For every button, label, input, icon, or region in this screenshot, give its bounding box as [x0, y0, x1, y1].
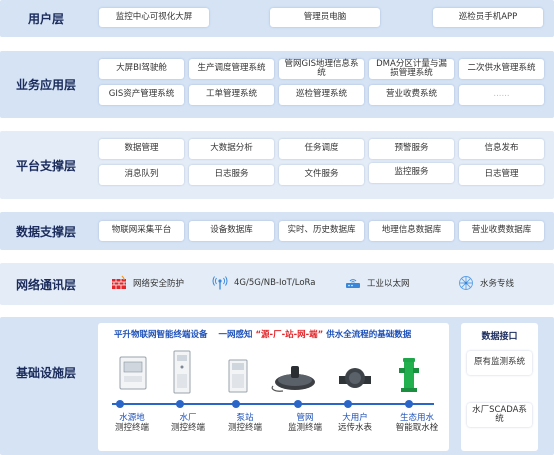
network-star-icon [458, 275, 474, 291]
data-interface-title: 数据接口 [481, 332, 518, 342]
timeline-dot [344, 400, 352, 408]
business-item: 管网GIS地理信息系统 [279, 59, 364, 79]
platform-layer: 平台支撑层 数据管理 大数据分析 任务调度 预警服务 信息发布 消息队列 日志服… [0, 131, 554, 199]
network-item: 工业以太网 [345, 275, 410, 291]
layer-title: 平台支撑层 [15, 158, 76, 173]
business-item: 工单管理系统 [189, 85, 274, 105]
network-layer: 网络通讯层 网络安全防护 4G/5G/NB-IoT/LoRa 工业以太网 水务专… [0, 263, 554, 305]
business-item-more: ...... [459, 85, 544, 105]
user-item: 监控中心可视化大屏 [99, 8, 209, 27]
data-item: 地理信息数据库 [369, 221, 454, 241]
platform-item: 预警服务 [369, 139, 454, 159]
network-item-label: 4G/5G/NB-IoT/LoRa [234, 278, 316, 288]
platform-item: 大数据分析 [189, 139, 274, 159]
data-item: 物联网采集平台 [99, 221, 184, 241]
timeline-dot [405, 400, 413, 408]
rtu-cabinet-icon [119, 356, 147, 394]
platform-item: 信息发布 [459, 139, 544, 159]
platform-item: 日志服务 [189, 165, 274, 185]
business-item: 生产调度管理系统 [189, 59, 274, 79]
water-meter-icon [339, 364, 371, 396]
network-item: 4G/5G/NB-IoT/LoRa [212, 275, 315, 291]
user-layer: 用户层 监控中心可视化大屏 管理员电脑 巡检员手机APP [0, 0, 554, 37]
data-interface-panel: 数据接口 原有监测系统 水厂SCADA系统 [461, 323, 538, 451]
firewall-icon [111, 275, 127, 291]
manhole-monitor-icon [269, 364, 321, 398]
device-label: 生态用水 智能取水栓 [395, 413, 439, 434]
business-item: DMA分区计量与漏损管理系统 [369, 59, 454, 79]
pump-cabinet-icon [228, 359, 248, 397]
platform-item: 监控服务 [369, 163, 454, 183]
infra-headline: 平升物联网智能终端设备 一网感知 “源-厂-站-网-端” 供水全流程的基础数据 [114, 330, 412, 340]
router-icon [345, 275, 361, 291]
layer-title: 数据支撑层 [15, 224, 76, 239]
interface-item: 水厂SCADA系统 [467, 403, 532, 427]
layer-title: 基础设施层 [15, 365, 76, 380]
device-label: 大用户 远传水表 [337, 413, 372, 434]
platform-item: 消息队列 [99, 165, 184, 185]
network-item: 水务专线 [458, 275, 514, 291]
layer-title: 用户层 [27, 12, 64, 26]
timeline-dot [232, 400, 240, 408]
control-cabinet-icon [173, 350, 191, 398]
platform-item: 日志管理 [459, 165, 544, 185]
data-layer: 数据支撑层 物联网采集平台 设备数据库 实时、历史数据库 地理信息数据库 营业收… [0, 212, 554, 250]
data-item: 实时、历史数据库 [279, 221, 364, 241]
business-item: 巡检管理系统 [279, 85, 364, 105]
user-item: 巡检员手机APP [433, 8, 543, 27]
platform-item: 数据管理 [99, 139, 184, 159]
timeline-dot [294, 400, 302, 408]
business-layer: 业务应用层 大屏BI驾驶舱 生产调度管理系统 管网GIS地理信息系统 DMA分区… [0, 51, 554, 118]
data-item: 设备数据库 [189, 221, 274, 241]
interface-item: 原有监测系统 [467, 351, 532, 375]
network-item: 网络安全防护 [111, 275, 184, 291]
business-item: 大屏BI驾驶舱 [99, 59, 184, 79]
network-item-label: 网络安全防护 [133, 279, 185, 289]
platform-item: 文件服务 [279, 165, 364, 185]
user-item: 管理员电脑 [270, 8, 380, 27]
wireless-signal-icon [212, 275, 228, 291]
business-item: 二次供水管理系统 [459, 59, 544, 79]
layer-title: 业务应用层 [15, 78, 76, 92]
network-item-label: 水务专线 [480, 279, 515, 289]
timeline-dot [176, 400, 184, 408]
data-item: 营业收费数据库 [459, 221, 544, 241]
hydrant-icon [398, 354, 420, 398]
network-item-label: 工业以太网 [367, 279, 410, 289]
timeline-dot [116, 400, 124, 408]
business-item: GIS资产管理系统 [99, 85, 184, 105]
layer-title: 网络通讯层 [15, 277, 76, 292]
platform-item: 任务调度 [279, 139, 364, 159]
business-item: 营业收费系统 [369, 85, 454, 105]
timeline-line [112, 403, 434, 405]
